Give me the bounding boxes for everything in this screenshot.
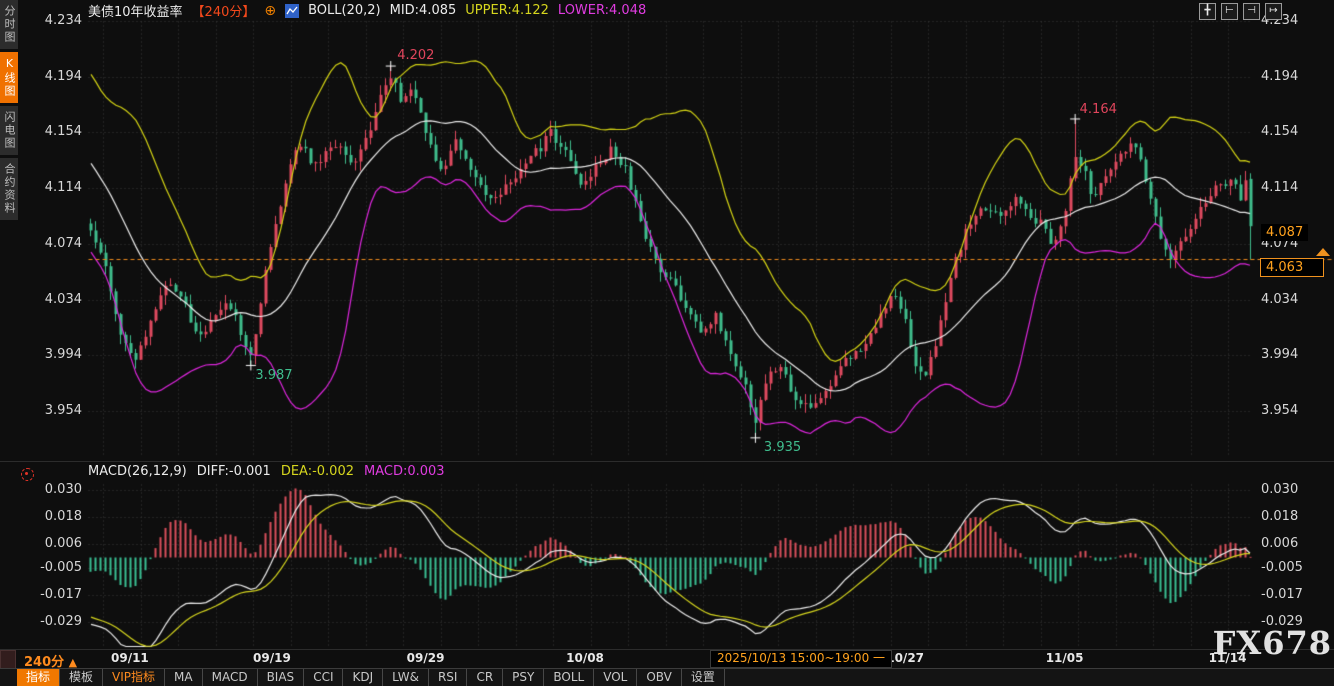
chart-header: 美债10年收益率 【240分】 ⊕ BOLL(20,2) MID:4.085 U… — [88, 2, 646, 19]
y-axis-label-right-2: 4.154 — [1261, 124, 1334, 139]
macd-axis-label-left-5: -0.029 — [2, 614, 82, 629]
macd-axis-label-left-4: -0.017 — [2, 587, 82, 602]
boll-lower-value: LOWER:4.048 — [558, 3, 646, 18]
pan-icon[interactable]: ╋ — [1199, 3, 1216, 20]
x-axis-date-1: 09/19 — [242, 651, 302, 665]
price-up-arrow-icon — [1316, 248, 1330, 256]
instrument-title: 美债10年收益率 — [88, 1, 183, 20]
axis-separator — [0, 649, 1334, 650]
boll-params-label: BOLL(20,2) — [308, 3, 381, 18]
macd-axis-label-left-3: -0.005 — [2, 560, 82, 575]
candlestick-chart-canvas[interactable] — [0, 0, 1334, 686]
tab-BIAS[interactable]: BIAS — [258, 669, 305, 686]
price-annotation-low2: 3.935 — [764, 440, 801, 455]
tab-CR[interactable]: CR — [467, 669, 503, 686]
macd-axis-label-right-0: 0.030 — [1261, 482, 1334, 497]
macd-params-label: MACD(26,12,9) — [88, 464, 187, 479]
x-axis-date-5: 11/05 — [1035, 651, 1095, 665]
sidebar-item-3[interactable]: 合约资料 — [0, 158, 18, 220]
tab-设置[interactable]: 设置 — [682, 669, 725, 686]
tab-RSI[interactable]: RSI — [429, 669, 468, 686]
sidebar: 分时图 K线图闪电图合约资料 — [0, 0, 18, 440]
macd-value: MACD:0.003 — [364, 464, 445, 479]
boll-upper-value: UPPER:4.122 — [465, 3, 549, 18]
tab-CCI[interactable]: CCI — [304, 669, 343, 686]
watermark: FX678 — [1213, 624, 1332, 662]
macd-diff-value: DIFF:-0.001 — [197, 464, 271, 479]
macd-axis-label-right-2: 0.006 — [1261, 536, 1334, 551]
macd-header: MACD(26,12,9) DIFF:-0.001 DEA:-0.002 MAC… — [88, 464, 445, 479]
x-axis-date-0: 09/11 — [100, 651, 160, 665]
indicator-target-icon[interactable] — [21, 468, 34, 481]
tab-模板[interactable]: 模板 — [60, 669, 103, 686]
price-annotation-high1: 4.202 — [397, 48, 434, 63]
chart-window: 分时图 K线图闪电图合约资料 美债10年收益率 【240分】 ⊕ BOLL(20,… — [0, 0, 1334, 686]
tab-MACD[interactable]: MACD — [203, 669, 258, 686]
sidebar-item-0[interactable]: 分时图 — [0, 0, 18, 49]
macd-dea-value: DEA:-0.002 — [281, 464, 354, 479]
y-axis-label-right-5: 4.034 — [1261, 292, 1334, 307]
y-axis-label-right-1: 4.194 — [1261, 69, 1334, 84]
tab-VIP指标[interactable]: VIP指标 — [103, 669, 165, 686]
tab-PSY[interactable]: PSY — [503, 669, 544, 686]
tab-KDJ[interactable]: KDJ — [343, 669, 383, 686]
macd-axis-label-right-3: -0.005 — [1261, 560, 1334, 575]
x-axis-date-2: 09/29 — [396, 651, 456, 665]
macd-axis-label-left-2: 0.006 — [2, 536, 82, 551]
macd-axis-label-right-1: 0.018 — [1261, 509, 1334, 524]
chart-toolbar: ╋ ⊢ ⊣ ↦ — [1199, 3, 1282, 20]
tab-指标[interactable]: 指标 — [17, 669, 60, 686]
current-price-badge: 4.063 — [1260, 258, 1324, 277]
period-tag[interactable]: 【240分】 — [192, 1, 256, 20]
tab-OBV[interactable]: OBV — [637, 669, 682, 686]
tab-BOLL[interactable]: BOLL — [544, 669, 594, 686]
y-axis-label-right-7: 3.954 — [1261, 403, 1334, 418]
axis-zoom-left-icon[interactable]: ⊢ — [1221, 3, 1238, 20]
export-icon[interactable]: ↦ — [1265, 3, 1282, 20]
target-dot — [25, 472, 28, 475]
line-chart-icon — [285, 4, 299, 18]
macd-axis-label-left-1: 0.018 — [2, 509, 82, 524]
indicator-tab-bar: 指标模板VIP指标MAMACDBIASCCIKDJLW&RSICRPSYBOLL… — [0, 668, 1334, 686]
x-axis-date-3: 10/08 — [555, 651, 615, 665]
price-annotation-high2: 4.164 — [1080, 102, 1117, 117]
sidebar-item-1[interactable]: K线图 — [0, 52, 18, 103]
last-price-badge: 4.087 — [1261, 224, 1308, 241]
macd-axis-label-left-0: 0.030 — [2, 482, 82, 497]
tab-MA[interactable]: MA — [165, 669, 203, 686]
crosshair-date-tooltip: 2025/10/13 15:00~19:00 一 — [710, 650, 892, 668]
macd-axis-label-right-4: -0.017 — [1261, 587, 1334, 602]
price-annotation-low1: 3.987 — [255, 368, 292, 383]
sidebar-item-2[interactable]: 闪电图 — [0, 106, 18, 155]
boll-mid-value: MID:4.085 — [390, 3, 457, 18]
tab-VOL[interactable]: VOL — [594, 669, 637, 686]
axis-zoom-right-icon[interactable]: ⊣ — [1243, 3, 1260, 20]
y-axis-label-right-6: 3.994 — [1261, 347, 1334, 362]
y-axis-label-right-3: 4.114 — [1261, 180, 1334, 195]
add-indicator-icon[interactable]: ⊕ — [264, 3, 276, 19]
pane-separator — [0, 461, 1334, 462]
tab-LW&[interactable]: LW& — [383, 669, 429, 686]
